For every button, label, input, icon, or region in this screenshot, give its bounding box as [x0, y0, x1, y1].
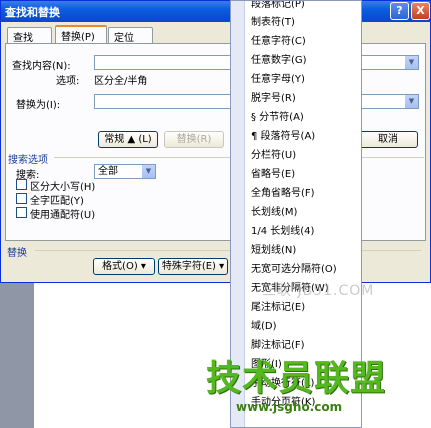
close-button[interactable]: X	[411, 2, 430, 20]
whole-word-option[interactable]: 全字匹配(Y)	[16, 192, 116, 207]
search-value: 全部	[98, 166, 118, 177]
cancel-button[interactable]: 取消	[358, 131, 418, 148]
options-value: 区分全/半角	[94, 76, 148, 87]
menu-item-endnote-mark[interactable]: 尾注标记(E)	[251, 299, 361, 317]
normal-button[interactable]: 常规 ▲ (L)	[98, 131, 158, 148]
menu-item-paragraph-char[interactable]: ¶ 段落符号(A)	[251, 128, 361, 146]
match-case-option[interactable]: 区分大小写(H)	[16, 178, 116, 193]
chevron-down-icon[interactable]: ▼	[141, 165, 155, 178]
watermark-faint: 三联 JB51.COM	[262, 283, 375, 299]
chevron-down-icon[interactable]: ▼	[404, 95, 418, 108]
wildcards-checkbox[interactable]	[16, 207, 27, 218]
dialog-titlebar[interactable]: 查找和替换 ? X	[1, 1, 430, 22]
find-label: 查找内容(N):	[12, 61, 71, 72]
search-select[interactable]: 全部 ▼	[94, 164, 156, 179]
wildcards-label: 使用通配符(U)	[30, 210, 96, 221]
menu-item-column-break[interactable]: 分栏符(U)	[251, 147, 361, 165]
menu-item-ellipsis[interactable]: 省略号(E)	[251, 166, 361, 184]
watermark-url: www.jsgho.com	[236, 400, 343, 414]
format-button[interactable]: 格式(O) ▾	[93, 258, 155, 275]
watermark-brand: 技术员联盟	[206, 359, 387, 399]
replace-panel: 查找内容(N): ▼ 选项: 区分全/半角 替换为(I): ▼ 常规 ▲ (L)…	[5, 43, 426, 241]
menu-item-any-character[interactable]: 任意字符(C)	[251, 33, 361, 51]
tab-find[interactable]: 查找(D)	[7, 27, 52, 55]
menu-item-any-digit[interactable]: 任意数字(G)	[251, 52, 361, 70]
menu-item-zero-width-optional-break[interactable]: 无宽可选分隔符(O)	[251, 261, 361, 279]
menu-item-paragraph-mark[interactable]: 段落标记(P)	[251, 1, 361, 14]
match-case-label: 区分大小写(H)	[30, 182, 96, 193]
help-button[interactable]: ?	[390, 2, 409, 20]
search-options-title: 搜索选项	[8, 155, 48, 166]
chevron-down-icon[interactable]: ▼	[404, 56, 418, 69]
replace-section-title: 替换	[7, 248, 27, 259]
find-replace-dialog: 查找和替换 ? X 查找(D) 替换(P) 定位(G) 查找内容(N): ▼ 选…	[0, 0, 431, 283]
document-gutter	[0, 282, 34, 428]
menu-item-section-char[interactable]: § 分节符(A)	[251, 109, 361, 127]
match-case-checkbox[interactable]	[16, 179, 27, 190]
wildcards-option[interactable]: 使用通配符(U)	[16, 206, 116, 221]
menu-item-any-letter[interactable]: 任意字母(Y)	[251, 71, 361, 89]
replace-label: 替换为(I):	[16, 100, 61, 111]
menu-item-tab[interactable]: 制表符(T)	[251, 14, 361, 32]
tab-goto[interactable]: 定位(G)	[108, 27, 153, 55]
menu-item-en-dash[interactable]: 短划线(N)	[251, 242, 361, 260]
replace-button[interactable]: 替换(R)	[164, 131, 224, 148]
menu-item-em-dash[interactable]: 长划线(M)	[251, 204, 361, 222]
dialog-title: 查找和替换	[5, 6, 60, 19]
options-label: 选项:	[56, 76, 80, 87]
menu-item-caret[interactable]: 脱字号(R)	[251, 90, 361, 108]
menu-item-full-width-ellipsis[interactable]: 全角省略号(F)	[251, 185, 361, 203]
whole-word-checkbox[interactable]	[16, 193, 27, 204]
section-divider	[35, 250, 421, 251]
menu-item-field[interactable]: 域(D)	[251, 318, 361, 336]
special-button[interactable]: 特殊字符(E) ▾	[158, 258, 228, 275]
tab-replace[interactable]: 替换(P)	[55, 25, 107, 44]
screen: 查找和替换 ? X 查找(D) 替换(P) 定位(G) 查找内容(N): ▼ 选…	[0, 0, 431, 428]
menu-item-quarter-em-space[interactable]: 1/4 长划线(4)	[251, 223, 361, 241]
whole-word-label: 全字匹配(Y)	[30, 196, 84, 207]
